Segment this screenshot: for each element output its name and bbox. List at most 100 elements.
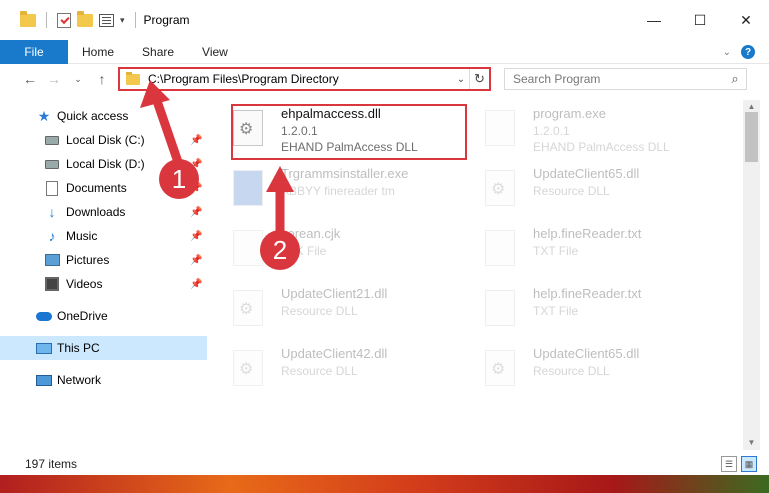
file-item-ehpalmaccess[interactable]: ehpalmaccess.dll 1.2.0.1 EHAND PalmAcces… bbox=[213, 100, 467, 160]
pin-icon[interactable]: 📌 bbox=[190, 255, 202, 266]
expand-ribbon-icon[interactable]: ⌄ bbox=[723, 47, 731, 58]
file-name: help.fineReader.txt bbox=[533, 286, 642, 301]
exe-file-icon bbox=[485, 110, 515, 146]
file-type: Resource DLL bbox=[281, 364, 358, 378]
tab-file[interactable]: File bbox=[0, 39, 68, 64]
sidebar-item-label: Local Disk (D:) bbox=[66, 157, 145, 171]
new-folder-icon[interactable] bbox=[77, 10, 93, 27]
search-box[interactable]: Search Program ⌕ bbox=[504, 68, 747, 90]
file-item-help-finereader-2[interactable]: help.fineReader.txt TXT File bbox=[465, 280, 705, 338]
chevron-down-icon[interactable]: ▾ bbox=[120, 15, 125, 26]
file-version: 1.2.0.1 bbox=[281, 124, 318, 138]
file-type: TXT File bbox=[533, 304, 579, 318]
file-name: help.fineReader.txt bbox=[533, 226, 642, 241]
sidebar-item-downloads[interactable]: ↓ Downloads 📌 bbox=[0, 200, 207, 224]
sidebar-item-label: Quick access bbox=[57, 109, 129, 123]
search-icon[interactable]: ⌕ bbox=[724, 71, 746, 87]
properties-check-icon[interactable] bbox=[57, 12, 71, 28]
text-file-icon bbox=[485, 290, 515, 326]
sidebar-item-videos[interactable]: Videos 📌 bbox=[0, 272, 207, 296]
pin-icon[interactable]: 📌 bbox=[190, 279, 202, 290]
file-item-korean[interactable]: korean.cjk CJK File bbox=[213, 220, 453, 278]
desktop-background bbox=[0, 475, 769, 493]
maximize-button[interactable]: ☐ bbox=[677, 0, 723, 40]
pin-icon[interactable]: 📌 bbox=[190, 207, 202, 218]
network-icon bbox=[36, 374, 52, 386]
sidebar-item-label: Documents bbox=[66, 181, 127, 195]
generic-file-icon bbox=[233, 230, 263, 266]
dll-file-icon bbox=[233, 290, 263, 326]
chevron-down-icon[interactable]: ⌄ bbox=[453, 74, 469, 85]
scroll-down-icon[interactable]: ▼ bbox=[743, 436, 760, 450]
search-input[interactable]: Search Program bbox=[505, 72, 724, 86]
sidebar-item-label: Network bbox=[57, 373, 102, 387]
recent-locations-button[interactable]: ⌄ bbox=[66, 67, 90, 91]
sidebar-item-onedrive[interactable]: OneDrive bbox=[0, 304, 207, 328]
customize-icon[interactable] bbox=[99, 13, 114, 27]
file-item-updateclient65[interactable]: UpdateClient65.dll Resource DLL bbox=[465, 160, 705, 218]
file-type: Resource DLL bbox=[281, 304, 358, 318]
address-path[interactable]: C:\Program Files\Program Directory bbox=[148, 72, 453, 86]
tab-share[interactable]: Share bbox=[128, 40, 188, 64]
file-item-updateclient65-2[interactable]: UpdateClient65.dll Resource DLL bbox=[465, 340, 705, 398]
up-button[interactable]: ↑ bbox=[90, 67, 114, 91]
sidebar-item-label: Music bbox=[66, 229, 98, 243]
pin-icon[interactable]: 📌 bbox=[190, 231, 202, 242]
drive-icon bbox=[45, 135, 59, 145]
file-name: program.exe bbox=[533, 106, 606, 121]
file-description: EHAND PalmAccess DLL bbox=[533, 140, 670, 154]
back-button[interactable]: ← bbox=[18, 67, 42, 91]
file-item-installer[interactable]: Trgrammsinstaller.exe ABBYY finereader t… bbox=[213, 160, 453, 218]
details-view-icon[interactable]: ☰ bbox=[721, 456, 737, 472]
scroll-thumb[interactable] bbox=[745, 112, 758, 162]
item-count: 197 items bbox=[25, 457, 78, 471]
file-name: UpdateClient65.dll bbox=[533, 166, 640, 181]
sidebar-item-label: Pictures bbox=[66, 253, 110, 267]
dll-file-icon bbox=[485, 350, 515, 386]
sidebar-item-this-pc[interactable]: This PC bbox=[0, 336, 207, 360]
status-bar: 197 items ☰ ▦ bbox=[0, 453, 769, 475]
address-bar[interactable]: C:\Program Files\Program Directory ⌄ ↻ bbox=[118, 67, 491, 91]
navigation-bar: ← → ⌄ ↑ C:\Program Files\Program Directo… bbox=[0, 64, 769, 94]
file-name: Trgrammsinstaller.exe bbox=[281, 166, 409, 181]
file-name: UpdateClient65.dll bbox=[533, 346, 640, 361]
file-type: TXT File bbox=[533, 244, 579, 258]
title-bar: ▾ Program — ☐ ✕ bbox=[0, 0, 769, 40]
tab-view[interactable]: View bbox=[188, 40, 242, 64]
sidebar-item-music[interactable]: ♪ Music 📌 bbox=[0, 224, 207, 248]
sidebar-item-local-disk-c[interactable]: Local Disk (C:) 📌 bbox=[0, 128, 207, 152]
ribbon-tabs: File Home Share View ⌄ ? bbox=[0, 39, 769, 64]
file-name: ehpalmaccess.dll bbox=[281, 106, 381, 121]
vertical-scrollbar[interactable]: ▲ ▼ bbox=[743, 100, 760, 450]
file-list: ehpalmaccess.dll 1.2.0.1 EHAND PalmAcces… bbox=[213, 100, 743, 450]
arrow-up-icon: ↑ bbox=[98, 71, 106, 87]
sidebar-item-label: Downloads bbox=[66, 205, 126, 219]
minimize-button[interactable]: — bbox=[631, 0, 677, 40]
forward-button[interactable]: → bbox=[42, 67, 66, 91]
ribbon-right-controls: ⌄ ? bbox=[723, 40, 755, 64]
sidebar-item-quick-access[interactable]: ★ Quick access bbox=[0, 104, 207, 128]
file-item-updateclient42[interactable]: UpdateClient42.dll Resource DLL bbox=[213, 340, 453, 398]
sidebar-item-pictures[interactable]: Pictures 📌 bbox=[0, 248, 207, 272]
pin-icon[interactable]: 📌 bbox=[190, 135, 202, 146]
tab-home[interactable]: Home bbox=[68, 40, 128, 64]
onedrive-icon bbox=[36, 311, 52, 321]
chevron-down-icon: ⌄ bbox=[74, 73, 82, 84]
arrow-left-icon: ← bbox=[23, 71, 37, 87]
sidebar-item-network[interactable]: Network bbox=[0, 368, 207, 392]
view-toggle: ☰ ▦ bbox=[721, 456, 757, 472]
help-icon[interactable]: ? bbox=[741, 45, 755, 59]
exe-file-icon bbox=[233, 170, 263, 206]
sidebar-item-label: Local Disk (C:) bbox=[66, 133, 145, 147]
close-button[interactable]: ✕ bbox=[723, 0, 769, 40]
file-item-help-finereader[interactable]: help.fineReader.txt TXT File bbox=[465, 220, 705, 278]
arrow-right-icon: → bbox=[47, 71, 61, 87]
toolbar-divider bbox=[46, 12, 47, 28]
file-type: Resource DLL bbox=[533, 184, 610, 198]
tiles-view-icon[interactable]: ▦ bbox=[741, 456, 757, 472]
window-controls: — ☐ ✕ bbox=[631, 0, 769, 40]
step-badge-1: 1 bbox=[159, 159, 199, 199]
file-item-program[interactable]: program.exe 1.2.0.1 EHAND PalmAccess DLL bbox=[465, 100, 705, 158]
file-item-updateclient21[interactable]: UpdateClient21.dll Resource DLL bbox=[213, 280, 453, 338]
refresh-button[interactable]: ↻ bbox=[469, 69, 489, 89]
